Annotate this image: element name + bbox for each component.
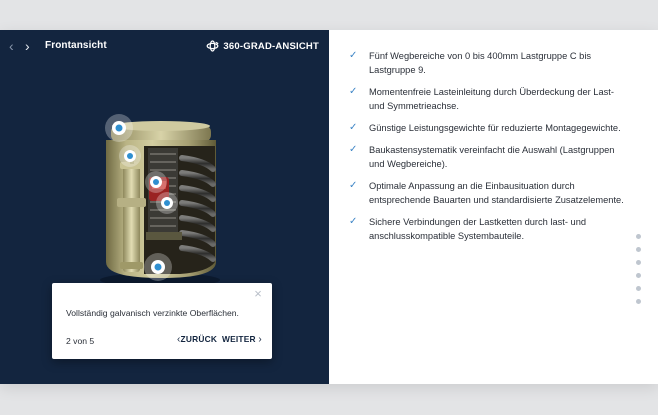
- hotspot-1[interactable]: [105, 114, 133, 142]
- feature-panel: ✓ Fünf Wegbereiche von 0 bis 400mm Lastg…: [329, 30, 658, 384]
- back-label: ZURÜCK: [180, 334, 218, 344]
- popup-description: Vollständig galvanisch verzinkte Oberflä…: [66, 308, 239, 318]
- feature-list: ✓ Fünf Wegbereiche von 0 bis 400mm Lastg…: [349, 49, 624, 251]
- list-item: ✓ Momentenfreie Lasteinleitung durch Übe…: [349, 85, 624, 113]
- checkmark-icon: ✓: [349, 180, 358, 191]
- checkmark-icon: ✓: [349, 122, 358, 133]
- pagination-dot[interactable]: [636, 286, 641, 291]
- checkmark-icon: ✓: [349, 144, 358, 155]
- feature-text: Günstige Leistungsgewichte für reduziert…: [369, 123, 621, 133]
- close-icon[interactable]: ×: [252, 287, 264, 300]
- list-item: ✓ Günstige Leistungsgewichte für reduzie…: [349, 121, 624, 135]
- next-label: WEITER: [222, 334, 256, 344]
- pagination-dot[interactable]: [636, 234, 641, 239]
- product-viewer-card: ‹ › Frontansicht 360-GRAD-ANSICHT × Voll…: [0, 30, 658, 384]
- feature-text: Optimale Anpassung an die Einbausituatio…: [369, 181, 624, 205]
- hotspot-5[interactable]: [144, 253, 172, 281]
- next-button[interactable]: WEITER ›: [222, 334, 262, 345]
- hotspot-4[interactable]: [156, 192, 178, 214]
- hotspot-2[interactable]: [119, 145, 141, 167]
- pagination-dot[interactable]: [636, 299, 641, 304]
- feature-text: Baukastensystematik vereinfacht die Ausw…: [369, 145, 615, 169]
- list-item: ✓ Optimale Anpassung an die Einbausituat…: [349, 179, 624, 207]
- checkmark-icon: ✓: [349, 216, 358, 227]
- slide-pagination: [636, 234, 642, 312]
- pagination-dot[interactable]: [636, 273, 641, 278]
- hotspot-3[interactable]: [145, 171, 167, 193]
- chevron-right-icon: ›: [258, 334, 262, 345]
- feature-text: Sichere Verbindungen der Lastketten durc…: [369, 217, 587, 241]
- pagination-dot[interactable]: [636, 247, 641, 252]
- checkmark-icon: ✓: [349, 50, 358, 61]
- list-item: ✓ Baukastensystematik vereinfacht die Au…: [349, 143, 624, 171]
- pagination-dot[interactable]: [636, 260, 641, 265]
- back-button[interactable]: ‹ZURÜCK: [177, 334, 217, 345]
- list-item: ✓ Sichere Verbindungen der Lastketten du…: [349, 215, 624, 243]
- feature-text: Fünf Wegbereiche von 0 bis 400mm Lastgru…: [369, 51, 592, 75]
- hotspot-info-popup: × Vollständig galvanisch verzinkte Oberf…: [52, 283, 272, 359]
- product-view-panel: ‹ › Frontansicht 360-GRAD-ANSICHT × Voll…: [0, 30, 329, 384]
- feature-text: Momentenfreie Lasteinleitung durch Überd…: [369, 87, 614, 111]
- list-item: ✓ Fünf Wegbereiche von 0 bis 400mm Lastg…: [349, 49, 624, 77]
- popup-counter: 2 von 5: [66, 336, 95, 346]
- checkmark-icon: ✓: [349, 86, 358, 97]
